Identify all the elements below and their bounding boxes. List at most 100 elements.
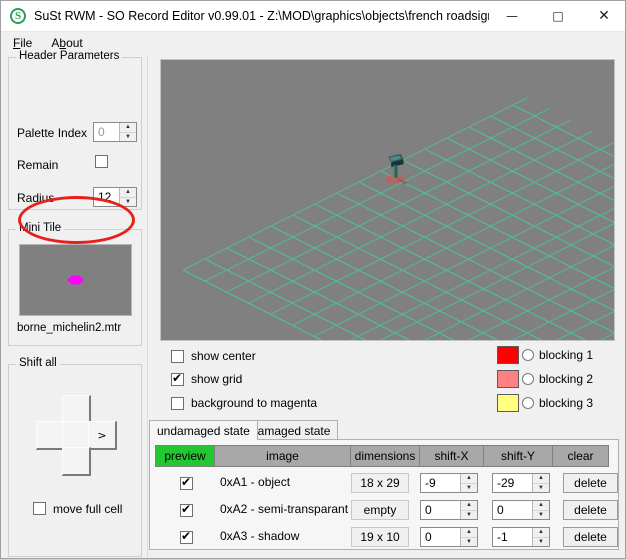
column-header-dimensions[interactable]: dimensions xyxy=(350,445,420,467)
row-shift-x-spin-up[interactable]: ▲ xyxy=(461,528,477,538)
blocking-2-label: blocking 2 xyxy=(539,372,594,386)
panel-divider xyxy=(147,55,148,558)
mini-tile-group: Mini Tile borne_michelin2.mtr xyxy=(8,222,142,346)
window-title: SuSt RWM - SO Record Editor v0.99.01 - Z… xyxy=(34,9,489,23)
row-shift-y-spin-down[interactable]: ▼ xyxy=(533,538,549,547)
row-shift-y-value: -29 xyxy=(497,476,515,490)
row-shift-x-stepper[interactable]: -9 ▲ ▼ xyxy=(420,473,478,493)
row-shift-y-value: -1 xyxy=(497,530,508,544)
shift-center-button[interactable] xyxy=(62,421,91,450)
shift-left-button[interactable] xyxy=(36,421,65,450)
column-header-shift-y[interactable]: shift-Y xyxy=(483,445,553,467)
row-shift-y-stepper[interactable]: -29 ▲ ▼ xyxy=(492,473,550,493)
row-shift-x-spin-down[interactable]: ▼ xyxy=(461,511,477,520)
status-strip xyxy=(149,552,619,558)
row-shift-y-stepper[interactable]: 0 ▲ ▼ xyxy=(492,500,550,520)
row-shift-y-spin-up[interactable]: ▲ xyxy=(533,501,549,511)
row-shift-x-spin-down[interactable]: ▼ xyxy=(461,484,477,493)
background-to-magenta-label: background to magenta xyxy=(191,396,318,410)
table-row: 0xA3 - shadow 19 x 10 0 ▲ ▼ -1 ▲ ▼ xyxy=(155,525,618,552)
show-grid-checkbox[interactable] xyxy=(171,371,184,386)
row-dimensions: 19 x 10 xyxy=(351,527,409,547)
row-shift-x-spin-up[interactable]: ▲ xyxy=(461,474,477,484)
window-controls: — □ ✕ xyxy=(489,1,625,32)
table-row: 0xA1 - object 18 x 29 -9 ▲ ▼ -29 ▲ ▼ xyxy=(155,471,618,498)
app-logo-icon: S xyxy=(10,8,26,24)
row-shift-x-spin-buttons[interactable]: ▲ ▼ xyxy=(460,501,477,519)
table-row: 0xA2 - semi-transparant empty 0 ▲ ▼ 0 ▲ … xyxy=(155,498,618,525)
row-preview-checkbox[interactable] xyxy=(180,502,193,517)
palette-index-spin-buttons[interactable]: ▲ ▼ xyxy=(119,123,136,141)
image-table-panel: preview image dimensions shift-X shift-Y… xyxy=(149,439,619,550)
row-shift-y-spin-down[interactable]: ▼ xyxy=(533,511,549,520)
row-shift-x-spin-up[interactable]: ▲ xyxy=(461,501,477,511)
row-shift-x-stepper[interactable]: 0 ▲ ▼ xyxy=(420,527,478,547)
row-shift-x-stepper[interactable]: 0 ▲ ▼ xyxy=(420,500,478,520)
row-shift-y-spin-up[interactable]: ▲ xyxy=(533,528,549,538)
palette-index-stepper[interactable]: 0 ▲ ▼ xyxy=(93,122,137,142)
tab-undamaged-state[interactable]: undamaged state xyxy=(149,420,258,440)
column-header-preview[interactable]: preview xyxy=(155,445,215,467)
row-shift-y-stepper[interactable]: -1 ▲ ▼ xyxy=(492,527,550,547)
radius-spin-down[interactable]: ▼ xyxy=(120,198,136,207)
row-shift-x-spin-buttons[interactable]: ▲ ▼ xyxy=(460,528,477,546)
palette-index-spin-down[interactable]: ▼ xyxy=(120,133,136,142)
show-grid-label: show grid xyxy=(191,372,243,386)
blocking-3-swatch xyxy=(497,394,519,412)
blocking-1-swatch xyxy=(497,346,519,364)
row-delete-button[interactable]: delete xyxy=(563,527,618,547)
move-full-cell-checkbox[interactable] xyxy=(33,502,46,515)
radius-stepper[interactable]: 12 ▲ ▼ xyxy=(93,187,137,207)
isometric-grid xyxy=(182,97,614,340)
row-image-name: 0xA1 - object xyxy=(220,475,291,489)
row-preview-checkbox[interactable] xyxy=(180,529,193,544)
blocking-3-radio[interactable] xyxy=(522,397,534,409)
row-shift-y-spin-buttons[interactable]: ▲ ▼ xyxy=(532,501,549,519)
minimize-icon[interactable]: — xyxy=(489,1,535,32)
row-shift-y-spin-up[interactable]: ▲ xyxy=(533,474,549,484)
blocking-2-radio[interactable] xyxy=(522,373,534,385)
header-parameters-group: Header Parameters Palette Index 0 ▲ ▼ Re… xyxy=(8,50,142,210)
row-delete-button[interactable]: delete xyxy=(563,500,618,520)
column-header-image[interactable]: image xyxy=(214,445,351,467)
mini-tile-preview[interactable] xyxy=(19,244,132,316)
application-window: S SuSt RWM - SO Record Editor v0.99.01 -… xyxy=(0,0,626,559)
blocking-1-radio[interactable] xyxy=(522,349,534,361)
menu-item-file[interactable]: File xyxy=(6,34,39,52)
background-to-magenta-checkbox[interactable] xyxy=(171,397,184,410)
row-preview-checkbox[interactable] xyxy=(180,475,193,490)
radius-spin-up[interactable]: ▲ xyxy=(120,188,136,198)
row-shift-y-spin-buttons[interactable]: ▲ ▼ xyxy=(532,528,549,546)
title-bar: S SuSt RWM - SO Record Editor v0.99.01 -… xyxy=(1,1,625,32)
palette-index-label: Palette Index xyxy=(17,126,88,140)
state-tabs: undamaged state damaged state xyxy=(149,420,619,440)
row-shift-x-spin-buttons[interactable]: ▲ ▼ xyxy=(460,474,477,492)
column-header-shift-x[interactable]: shift-X xyxy=(419,445,484,467)
menu-item-about[interactable]: About xyxy=(44,34,89,52)
row-dimensions: 18 x 29 xyxy=(351,473,409,493)
remain-checkbox[interactable] xyxy=(95,155,108,168)
shift-up-button[interactable] xyxy=(62,395,91,424)
shift-all-title: Shift all xyxy=(16,357,60,369)
shift-down-button[interactable] xyxy=(62,447,91,476)
row-shift-x-value: -9 xyxy=(425,476,436,490)
radius-spin-buttons[interactable]: ▲ ▼ xyxy=(119,188,136,206)
palette-index-spin-up[interactable]: ▲ xyxy=(120,123,136,133)
row-image-name: 0xA3 - shadow xyxy=(220,529,300,543)
row-shift-x-spin-down[interactable]: ▼ xyxy=(461,538,477,547)
move-full-cell-label: move full cell xyxy=(53,502,123,516)
close-icon[interactable]: ✕ xyxy=(581,1,625,32)
blocking-1-label: blocking 1 xyxy=(539,348,594,362)
shift-all-group: Shift all > move full cell xyxy=(8,357,142,557)
row-dimensions: empty xyxy=(351,500,409,520)
row-shift-y-spin-buttons[interactable]: ▲ ▼ xyxy=(532,474,549,492)
mini-tile-title: Mini Tile xyxy=(16,222,65,234)
row-delete-button[interactable]: delete xyxy=(563,473,618,493)
column-header-clear[interactable]: clear xyxy=(552,445,609,467)
row-shift-x-value: 0 xyxy=(425,530,432,544)
maximize-icon[interactable]: □ xyxy=(535,1,581,32)
row-shift-y-spin-down[interactable]: ▼ xyxy=(533,484,549,493)
show-center-checkbox[interactable] xyxy=(171,350,184,363)
3d-viewport[interactable] xyxy=(160,59,615,341)
shift-right-button[interactable]: > xyxy=(88,421,117,450)
